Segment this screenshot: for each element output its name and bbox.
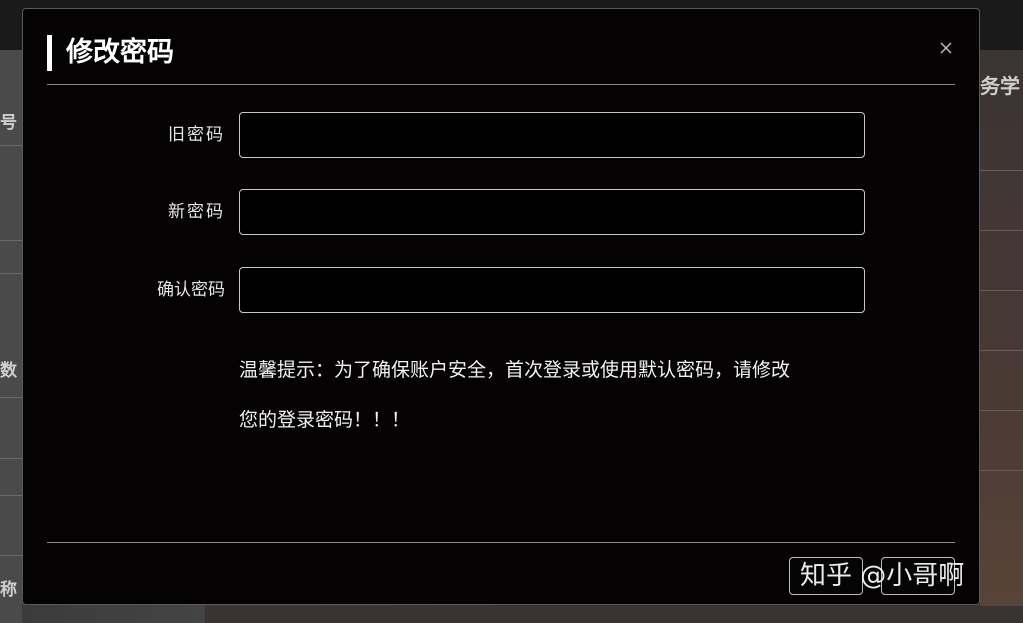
background-column-header: 称 bbox=[0, 580, 17, 600]
background-column-header: 务学 bbox=[980, 74, 1020, 98]
background-left-column bbox=[0, 50, 22, 623]
background-row-divider bbox=[980, 290, 1023, 291]
background-column-header: 数 bbox=[0, 361, 17, 381]
form-row-old-password: 旧密码 bbox=[23, 112, 981, 158]
new-password-input[interactable] bbox=[239, 189, 865, 235]
background-row-divider bbox=[980, 350, 1023, 351]
background-row-divider bbox=[0, 397, 22, 398]
close-button[interactable] bbox=[933, 35, 959, 61]
background-column-header: 号 bbox=[0, 113, 17, 133]
header-divider bbox=[47, 84, 955, 85]
dialog-title: 修改密码 bbox=[66, 37, 174, 68]
new-password-label: 新密码 bbox=[168, 202, 225, 222]
background-right-column bbox=[980, 50, 1023, 623]
confirm-password-input[interactable] bbox=[239, 267, 865, 313]
confirm-password-label: 确认密码 bbox=[157, 280, 225, 300]
watermark-text: 知乎 @小哥啊 bbox=[800, 561, 965, 591]
dialog-header: 修改密码 bbox=[47, 33, 955, 73]
background-row-divider bbox=[0, 555, 22, 556]
change-password-dialog: 修改密码 旧密码 新密码 确认密码 温馨提示：为了确保账户安全，首次登录或使用默… bbox=[22, 8, 980, 605]
notice-line: 您的登录密码！！！ bbox=[239, 409, 411, 431]
background-row-divider bbox=[980, 170, 1023, 171]
background-bottom-strip bbox=[205, 606, 1023, 623]
background-row-divider bbox=[0, 273, 22, 274]
background-row-divider bbox=[0, 495, 22, 496]
title-accent-bar bbox=[47, 35, 52, 71]
security-notice: 温馨提示：为了确保账户安全，首次登录或使用默认密码，请修改 您的登录密码！！！ bbox=[239, 345, 879, 445]
form-row-confirm-password: 确认密码 bbox=[23, 267, 981, 313]
old-password-input[interactable] bbox=[239, 112, 865, 158]
form-row-new-password: 新密码 bbox=[23, 189, 981, 235]
background-row-divider bbox=[980, 410, 1023, 411]
background-row-divider bbox=[980, 230, 1023, 231]
footer-divider bbox=[47, 542, 955, 543]
background-row-divider bbox=[980, 470, 1023, 471]
notice-line: 温馨提示：为了确保账户安全，首次登录或使用默认密码，请修改 bbox=[239, 359, 791, 381]
background-row-divider bbox=[0, 145, 22, 146]
close-icon bbox=[940, 42, 952, 54]
background-row-divider bbox=[0, 240, 22, 241]
background-row-divider bbox=[0, 458, 22, 459]
old-password-label: 旧密码 bbox=[168, 125, 225, 145]
